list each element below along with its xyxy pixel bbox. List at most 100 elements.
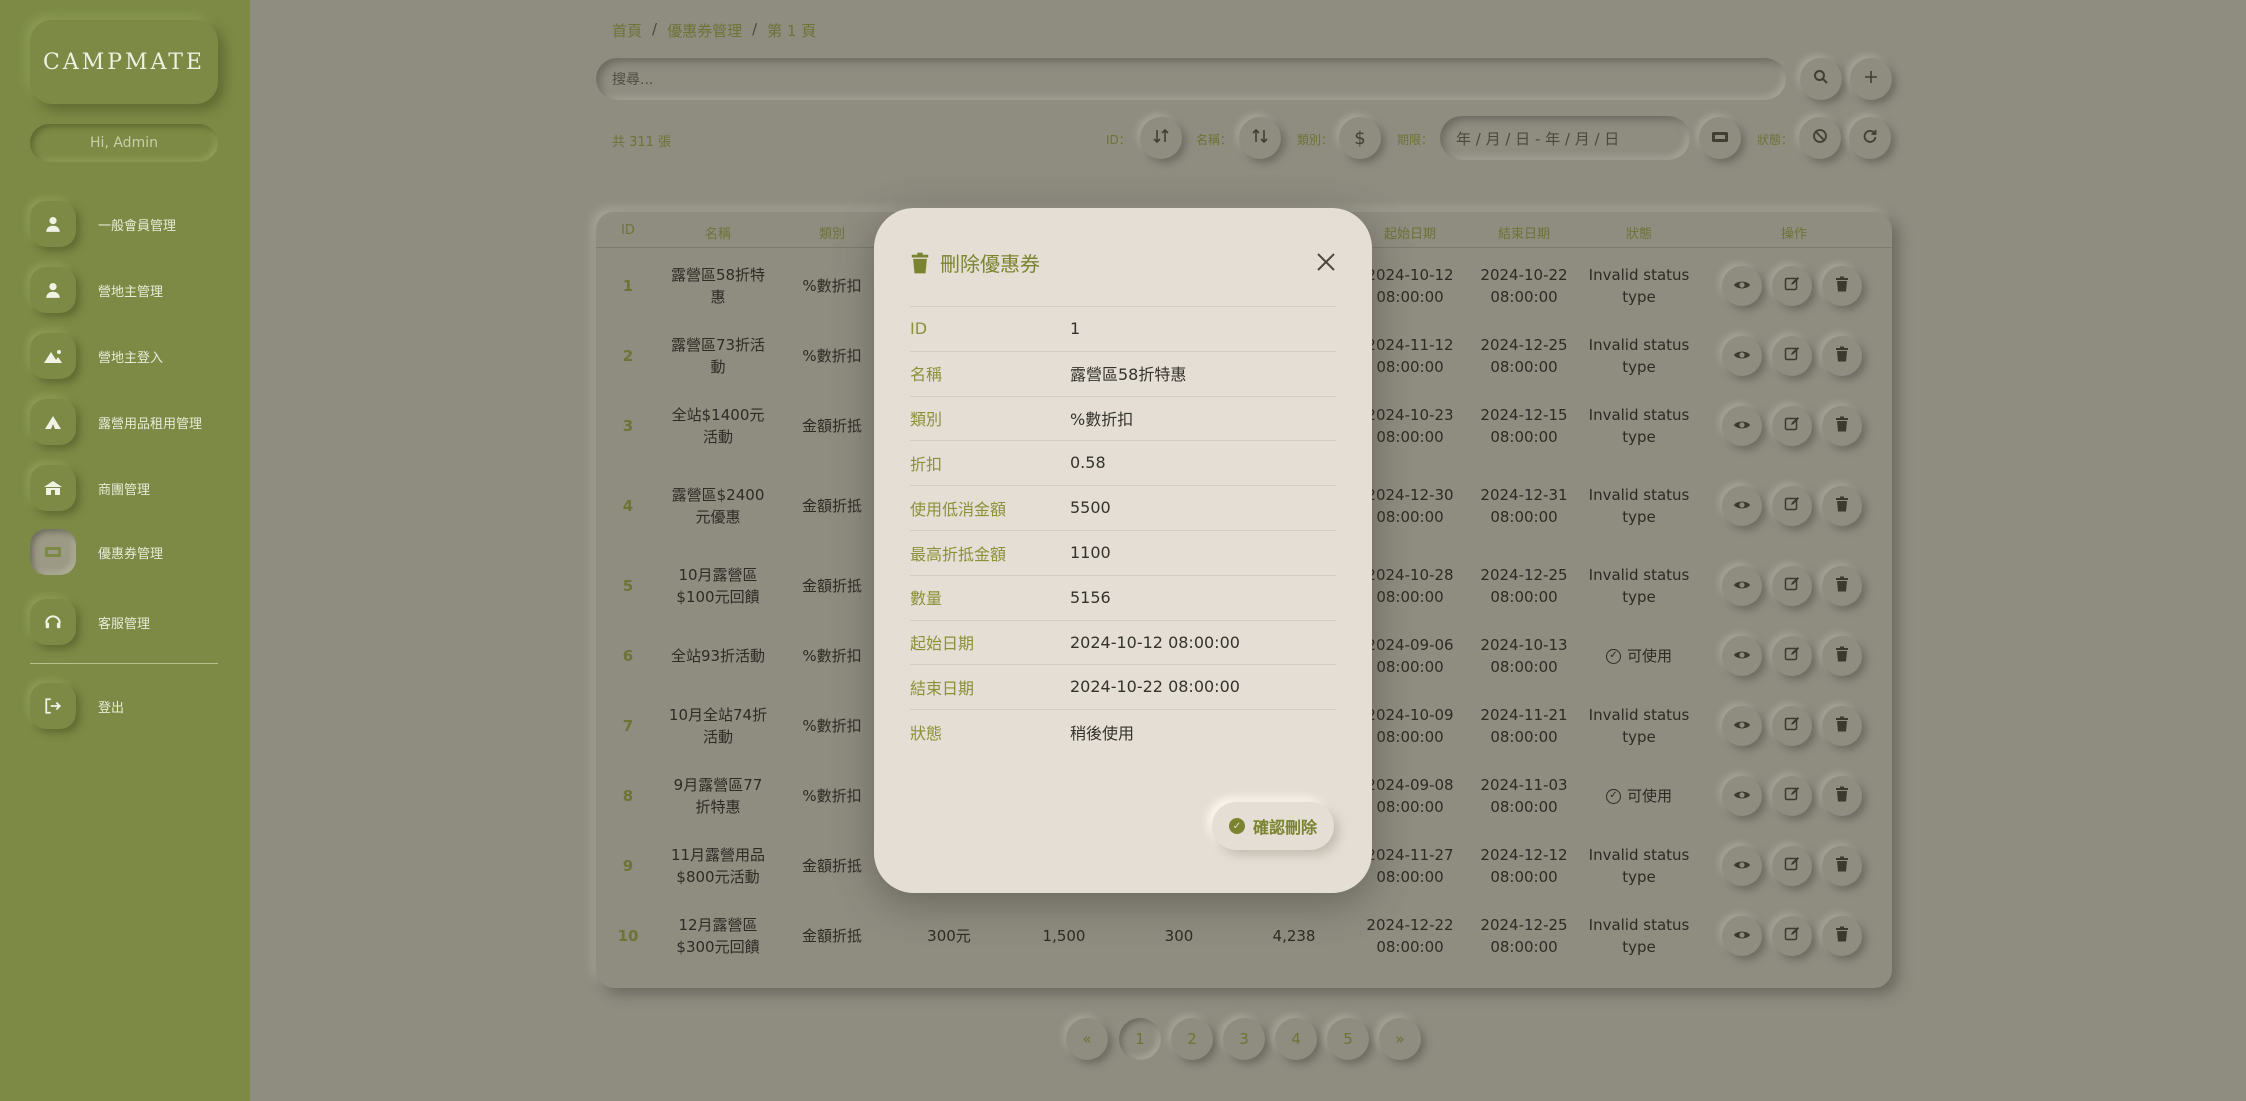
start-time: 08:00:00: [1376, 288, 1444, 306]
date-range-input[interactable]: 年 / 月 / 日 - 年 / 月 / 日: [1440, 116, 1690, 160]
end-time: 08:00:00: [1490, 358, 1558, 376]
check-circle-icon: ✓: [1228, 818, 1245, 834]
view-button[interactable]: [1722, 336, 1762, 376]
end-time: 08:00:00: [1490, 288, 1558, 306]
edit-button[interactable]: [1772, 776, 1812, 816]
refresh-icon: [1862, 128, 1878, 148]
page-prev[interactable]: «: [1066, 1018, 1108, 1060]
cell-id: 10: [617, 927, 639, 945]
confirm-delete-label: 確認刪除: [1252, 818, 1317, 837]
detail-label: 最高折抵金額: [910, 544, 1007, 564]
sidebar-item-members[interactable]: 一般會員管理: [30, 198, 176, 250]
pagination: « 1 2 3 4 5 »: [0, 1018, 2246, 1060]
sidebar-item-owner-login[interactable]: 營地主登入: [30, 330, 163, 382]
view-button[interactable]: [1722, 486, 1762, 526]
delete-button[interactable]: [1822, 336, 1862, 376]
view-button[interactable]: [1722, 266, 1762, 306]
edit-button[interactable]: [1772, 566, 1812, 606]
sidebar-item-logout[interactable]: 登出: [30, 680, 124, 732]
edit-icon: [1784, 346, 1800, 366]
detail-row: ID 1: [910, 306, 1336, 350]
cell-id: 5: [622, 577, 634, 595]
view-button[interactable]: [1722, 776, 1762, 816]
delete-button[interactable]: [1822, 566, 1862, 606]
detail-row: 起始日期 2024-10-12 08:00:00: [910, 619, 1336, 664]
edit-button[interactable]: [1772, 336, 1812, 376]
delete-button[interactable]: [1822, 706, 1862, 746]
sort-id-button[interactable]: [1140, 117, 1182, 159]
view-button[interactable]: [1722, 706, 1762, 746]
breadcrumb-coupons[interactable]: 優惠券管理: [667, 20, 742, 41]
edit-button[interactable]: [1772, 916, 1812, 956]
cell-start-date: 2024-11-27 08:00:00: [1366, 844, 1453, 888]
sidebar-item-gear-rental[interactable]: 露營用品租用管理: [30, 396, 202, 448]
sort-name-button[interactable]: [1239, 117, 1281, 159]
page-5[interactable]: 5: [1327, 1018, 1369, 1060]
confirm-delete-button[interactable]: ✓ 確認刪除: [1212, 802, 1334, 850]
view-button[interactable]: [1722, 636, 1762, 676]
sidebar-item-camp-owners[interactable]: 營地主管理: [30, 264, 163, 316]
delete-button[interactable]: [1822, 846, 1862, 886]
page-next[interactable]: »: [1379, 1018, 1421, 1060]
delete-button[interactable]: [1822, 266, 1862, 306]
breadcrumb-home[interactable]: 首頁: [612, 20, 642, 41]
cell-end-date: 2024-10-22 08:00:00: [1480, 264, 1567, 308]
page-2[interactable]: 2: [1171, 1018, 1213, 1060]
search-button[interactable]: [1800, 58, 1842, 100]
sidebar-item-support[interactable]: 客服管理: [30, 596, 150, 648]
edit-button[interactable]: [1772, 706, 1812, 746]
page-4[interactable]: 4: [1275, 1018, 1317, 1060]
cell-id: 6: [622, 647, 634, 665]
cell-start-date: 2024-12-30 08:00:00: [1366, 484, 1453, 528]
end-time: 08:00:00: [1490, 798, 1558, 816]
campsite-icon: [30, 333, 76, 379]
app-logo[interactable]: CAMPMATE: [30, 20, 218, 104]
delete-button[interactable]: [1822, 916, 1862, 956]
cell-id: 8: [622, 787, 634, 805]
close-icon: [1317, 253, 1335, 271]
edit-button[interactable]: [1772, 486, 1812, 526]
start-date: 2024-11-27: [1366, 846, 1454, 864]
close-button[interactable]: [1314, 250, 1338, 274]
view-button[interactable]: [1722, 846, 1762, 886]
edit-button[interactable]: [1772, 636, 1812, 676]
search-input[interactable]: 搜尋...: [596, 58, 1786, 100]
cell-end-date: 2024-12-25 08:00:00: [1480, 334, 1567, 378]
start-time: 08:00:00: [1376, 588, 1444, 606]
edit-button[interactable]: [1772, 406, 1812, 446]
end-date: 2024-12-25: [1480, 336, 1568, 354]
filter-status-button[interactable]: [1799, 117, 1841, 159]
view-button[interactable]: [1722, 916, 1762, 956]
filter-type-button[interactable]: $: [1339, 117, 1381, 159]
view-button[interactable]: [1722, 566, 1762, 606]
breadcrumb-page: 第 1 頁: [767, 22, 817, 40]
cell-type: 金額折抵: [801, 497, 863, 515]
page-3[interactable]: 3: [1223, 1018, 1265, 1060]
sidebar-item-coupons[interactable]: 優惠券管理: [30, 526, 163, 578]
delete-button[interactable]: [1822, 486, 1862, 526]
view-button[interactable]: [1722, 406, 1762, 446]
sidebar-item-stores[interactable]: 商團管理: [30, 462, 150, 514]
end-date: 2024-12-12: [1480, 846, 1568, 864]
page-1[interactable]: 1: [1119, 1018, 1161, 1060]
greeting-badge: Hi, Admin: [30, 124, 218, 162]
end-time: 08:00:00: [1490, 938, 1558, 956]
start-date: 2024-10-23: [1366, 406, 1454, 424]
add-coupon-button[interactable]: [1850, 58, 1892, 100]
detail-label: 折扣: [910, 454, 943, 474]
trash-icon: [1835, 926, 1849, 946]
status-text: Invalid status type: [1588, 916, 1690, 956]
detail-value: 2024-10-22 08:00:00: [1070, 677, 1240, 697]
delete-button[interactable]: [1822, 406, 1862, 446]
calendar-button[interactable]: [1699, 117, 1741, 159]
edit-button[interactable]: [1772, 266, 1812, 306]
ticket-icon: [1711, 129, 1729, 148]
refresh-button[interactable]: [1849, 117, 1891, 159]
coupon-count: 共 311 張: [612, 135, 672, 150]
cell-name: 全站93折活動: [670, 647, 766, 665]
trash-icon: [1835, 346, 1849, 366]
cell-start-date: 2024-10-28 08:00:00: [1366, 564, 1453, 608]
delete-button[interactable]: [1822, 776, 1862, 816]
delete-button[interactable]: [1822, 636, 1862, 676]
edit-button[interactable]: [1772, 846, 1812, 886]
